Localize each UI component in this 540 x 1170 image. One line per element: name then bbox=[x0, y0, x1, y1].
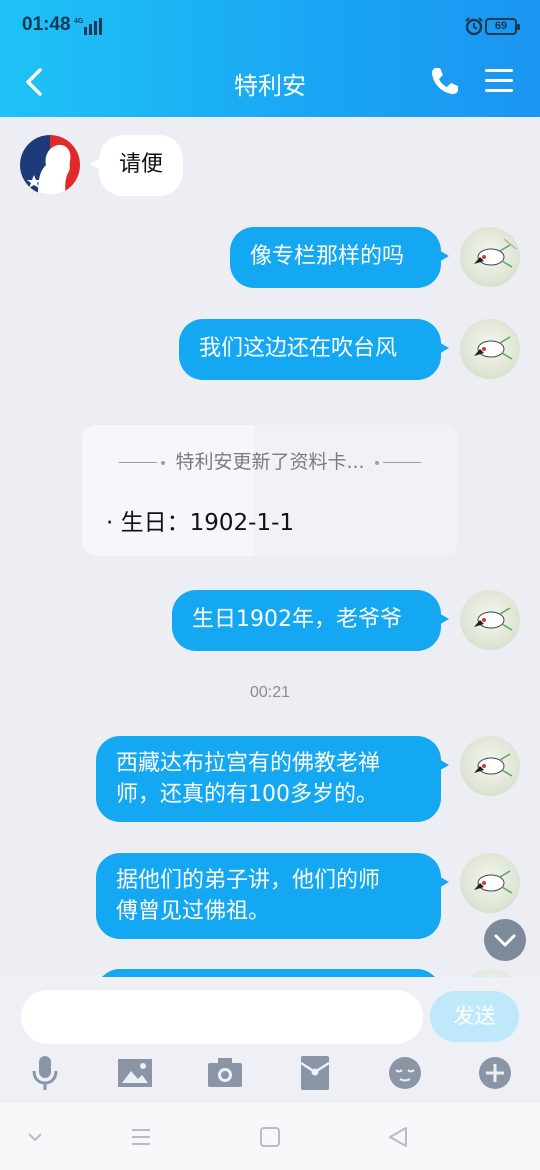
self-avatar[interactable] bbox=[460, 590, 520, 650]
message-bubble-outgoing[interactable]: 像专栏那样的吗 bbox=[230, 227, 449, 288]
message-bubble-outgoing[interactable]: 我们这边还在吹台风 bbox=[179, 319, 449, 380]
phone-call-icon[interactable] bbox=[428, 64, 462, 98]
toolbar bbox=[0, 1053, 540, 1097]
menu-icon[interactable] bbox=[483, 66, 515, 96]
self-avatar[interactable] bbox=[460, 853, 520, 913]
image-icon[interactable] bbox=[115, 1053, 155, 1093]
chevron-down-icon bbox=[494, 934, 516, 947]
red-packet-icon[interactable] bbox=[295, 1053, 335, 1093]
message-line: 傅曾见过佛祖。 bbox=[116, 899, 271, 924]
card-header: 特利安更新了资料卡... bbox=[82, 447, 458, 474]
signal-icon: 4G bbox=[74, 18, 102, 35]
card-birthday: · 生日：1902-1-1 bbox=[106, 510, 295, 536]
system-navigation-bar bbox=[0, 1103, 540, 1170]
send-button[interactable]: 发送 bbox=[430, 991, 519, 1042]
system-back-icon[interactable] bbox=[386, 1125, 410, 1149]
message-line: 师，还真的有100多岁的。 bbox=[116, 782, 378, 807]
self-avatar-image bbox=[474, 753, 513, 777]
plus-icon[interactable] bbox=[475, 1053, 515, 1093]
home-icon[interactable] bbox=[258, 1125, 282, 1149]
profile-update-card[interactable]: 特利安更新了资料卡... · 生日：1902-1-1 bbox=[82, 425, 458, 556]
message-bubble-outgoing[interactable]: 据他们的弟子讲，他们的师 傅曾见过佛祖。 bbox=[96, 853, 449, 939]
nav-bar: 特利安 bbox=[0, 54, 540, 114]
message-line: 西藏达布拉宫有的佛教老禅 bbox=[116, 751, 381, 776]
message-bubble-outgoing[interactable]: 西藏达布拉宫有的佛教老禅 师，还真的有100多岁的。 bbox=[96, 736, 449, 822]
scroll-down-button[interactable] bbox=[484, 919, 526, 961]
header: 01:48 4G 69 特利安 bbox=[0, 0, 540, 117]
message-bubble-outgoing[interactable]: 生日1902年，老爷爷 bbox=[172, 590, 449, 651]
status-bar: 01:48 4G 69 bbox=[0, 0, 540, 54]
contact-avatar-image bbox=[20, 135, 80, 195]
chat-area[interactable]: 请便 像专栏那样的吗 我们这边还在吹台风 特利安更新了资料卡... · 生日：1… bbox=[0, 117, 540, 977]
message-input[interactable] bbox=[21, 990, 423, 1044]
message-bubble-outgoing-partial[interactable] bbox=[96, 969, 441, 977]
hide-nav-icon[interactable] bbox=[23, 1125, 47, 1149]
emoji-icon[interactable] bbox=[385, 1053, 425, 1093]
battery-indicator: 69 bbox=[485, 18, 520, 35]
self-avatar[interactable] bbox=[460, 319, 520, 379]
status-time: 01:48 bbox=[22, 14, 71, 35]
card-title: 特利安更新了资料卡... bbox=[175, 451, 365, 473]
self-avatar-image bbox=[474, 336, 513, 360]
self-avatar[interactable] bbox=[460, 736, 520, 796]
self-avatar-image bbox=[474, 238, 517, 268]
message-timestamp: 00:21 bbox=[249, 684, 291, 701]
self-avatar-image bbox=[474, 607, 513, 631]
self-avatar[interactable] bbox=[460, 227, 520, 287]
network-type: 4G bbox=[74, 18, 84, 25]
alarm-icon bbox=[465, 17, 483, 36]
self-avatar-image bbox=[474, 870, 513, 894]
recent-apps-icon[interactable] bbox=[129, 1125, 153, 1149]
camera-icon[interactable] bbox=[205, 1053, 245, 1093]
self-avatar bbox=[460, 969, 520, 977]
message-line: 据他们的弟子讲，他们的师 bbox=[116, 868, 381, 893]
input-bar: 发送 bbox=[0, 977, 540, 1103]
message-bubble-incoming[interactable]: 请便 bbox=[90, 135, 183, 196]
voice-icon[interactable] bbox=[25, 1053, 65, 1093]
contact-avatar[interactable] bbox=[20, 135, 80, 195]
